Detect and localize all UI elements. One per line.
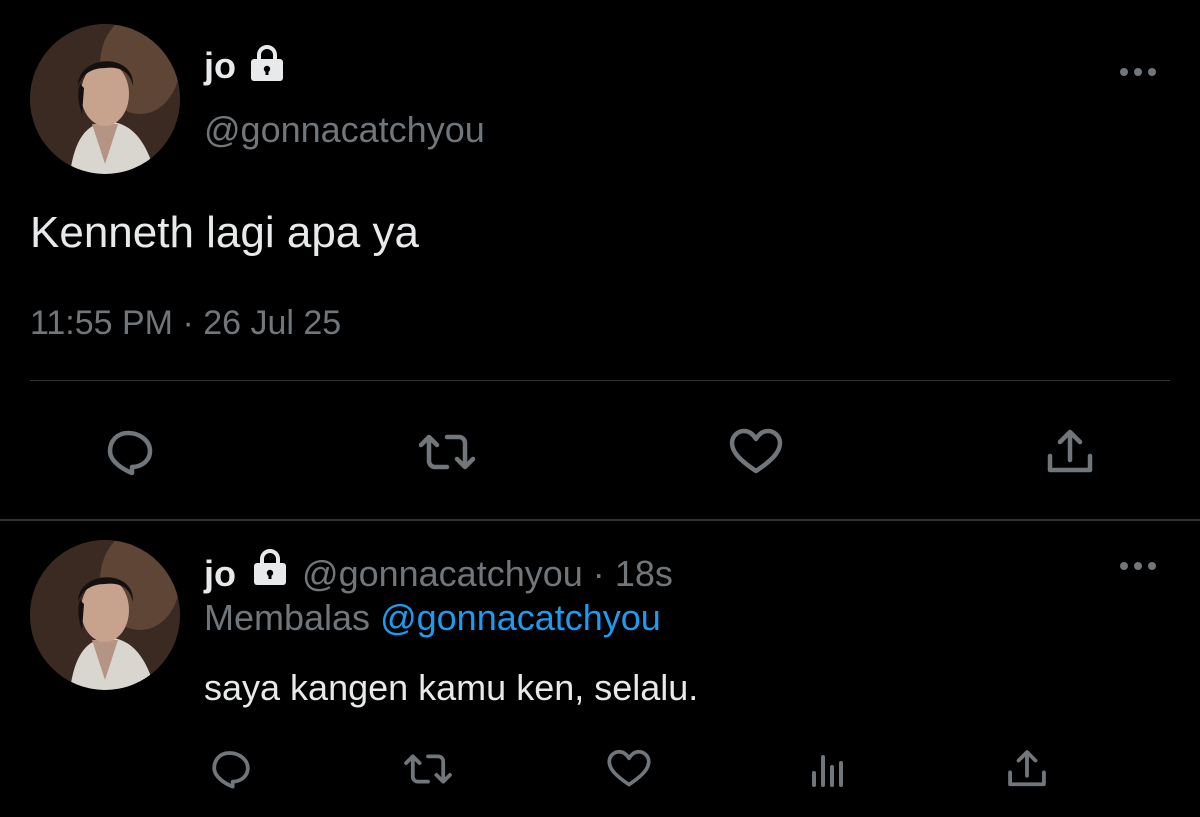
- avatar[interactable]: [30, 24, 180, 174]
- avatar[interactable]: [30, 540, 180, 690]
- like-button[interactable]: [604, 746, 654, 792]
- share-button[interactable]: [1040, 422, 1100, 482]
- like-button[interactable]: [726, 422, 786, 482]
- time-ago[interactable]: 18s: [615, 553, 673, 594]
- replying-to: Membalas @gonnacatchyou: [204, 596, 661, 640]
- reply-icon: [209, 748, 253, 790]
- analytics-icon: [807, 749, 847, 789]
- lock-icon: [245, 44, 289, 89]
- user-handle[interactable]: @gonnacatchyou: [302, 553, 583, 594]
- like-icon: [728, 427, 784, 477]
- tweet-text: Kenneth lagi apa ya: [30, 208, 419, 257]
- more-icon[interactable]: [1116, 558, 1160, 574]
- reply-icon: [104, 427, 156, 477]
- tweet-timestamp[interactable]: 11:55 PM · 26 Jul 25: [30, 303, 341, 343]
- share-icon: [1044, 426, 1096, 478]
- reply-button[interactable]: [100, 422, 160, 482]
- reply-header: jo @gonnacatchyou · 18s: [204, 548, 673, 598]
- analytics-button[interactable]: [804, 746, 850, 792]
- replying-label: Membalas: [204, 597, 371, 638]
- avatar-image: [30, 540, 180, 690]
- more-icon[interactable]: [1116, 64, 1160, 80]
- like-icon: [606, 748, 652, 790]
- retweet-icon: [401, 749, 455, 789]
- tweet-text: saya kangen kamu ken, selalu.: [204, 667, 699, 708]
- replying-to-link[interactable]: @gonnacatchyou: [380, 597, 661, 638]
- user-handle[interactable]: @gonnacatchyou: [204, 108, 485, 152]
- avatar-image: [30, 24, 180, 174]
- share-icon: [1005, 747, 1049, 791]
- display-name[interactable]: jo: [204, 553, 236, 594]
- divider: [30, 380, 1170, 381]
- retweet-button[interactable]: [412, 422, 482, 482]
- display-name[interactable]: jo: [204, 44, 236, 88]
- retweet-icon: [415, 429, 479, 475]
- lock-icon: [248, 548, 292, 598]
- share-button[interactable]: [1002, 746, 1052, 792]
- separator-dot: ·: [592, 553, 605, 594]
- retweet-button[interactable]: [400, 746, 456, 792]
- reply-button[interactable]: [206, 746, 256, 792]
- tweet-thread: jo @gonnacatchyou Kenneth lagi apa ya 11…: [0, 0, 1200, 817]
- tweet-separator: [0, 519, 1200, 521]
